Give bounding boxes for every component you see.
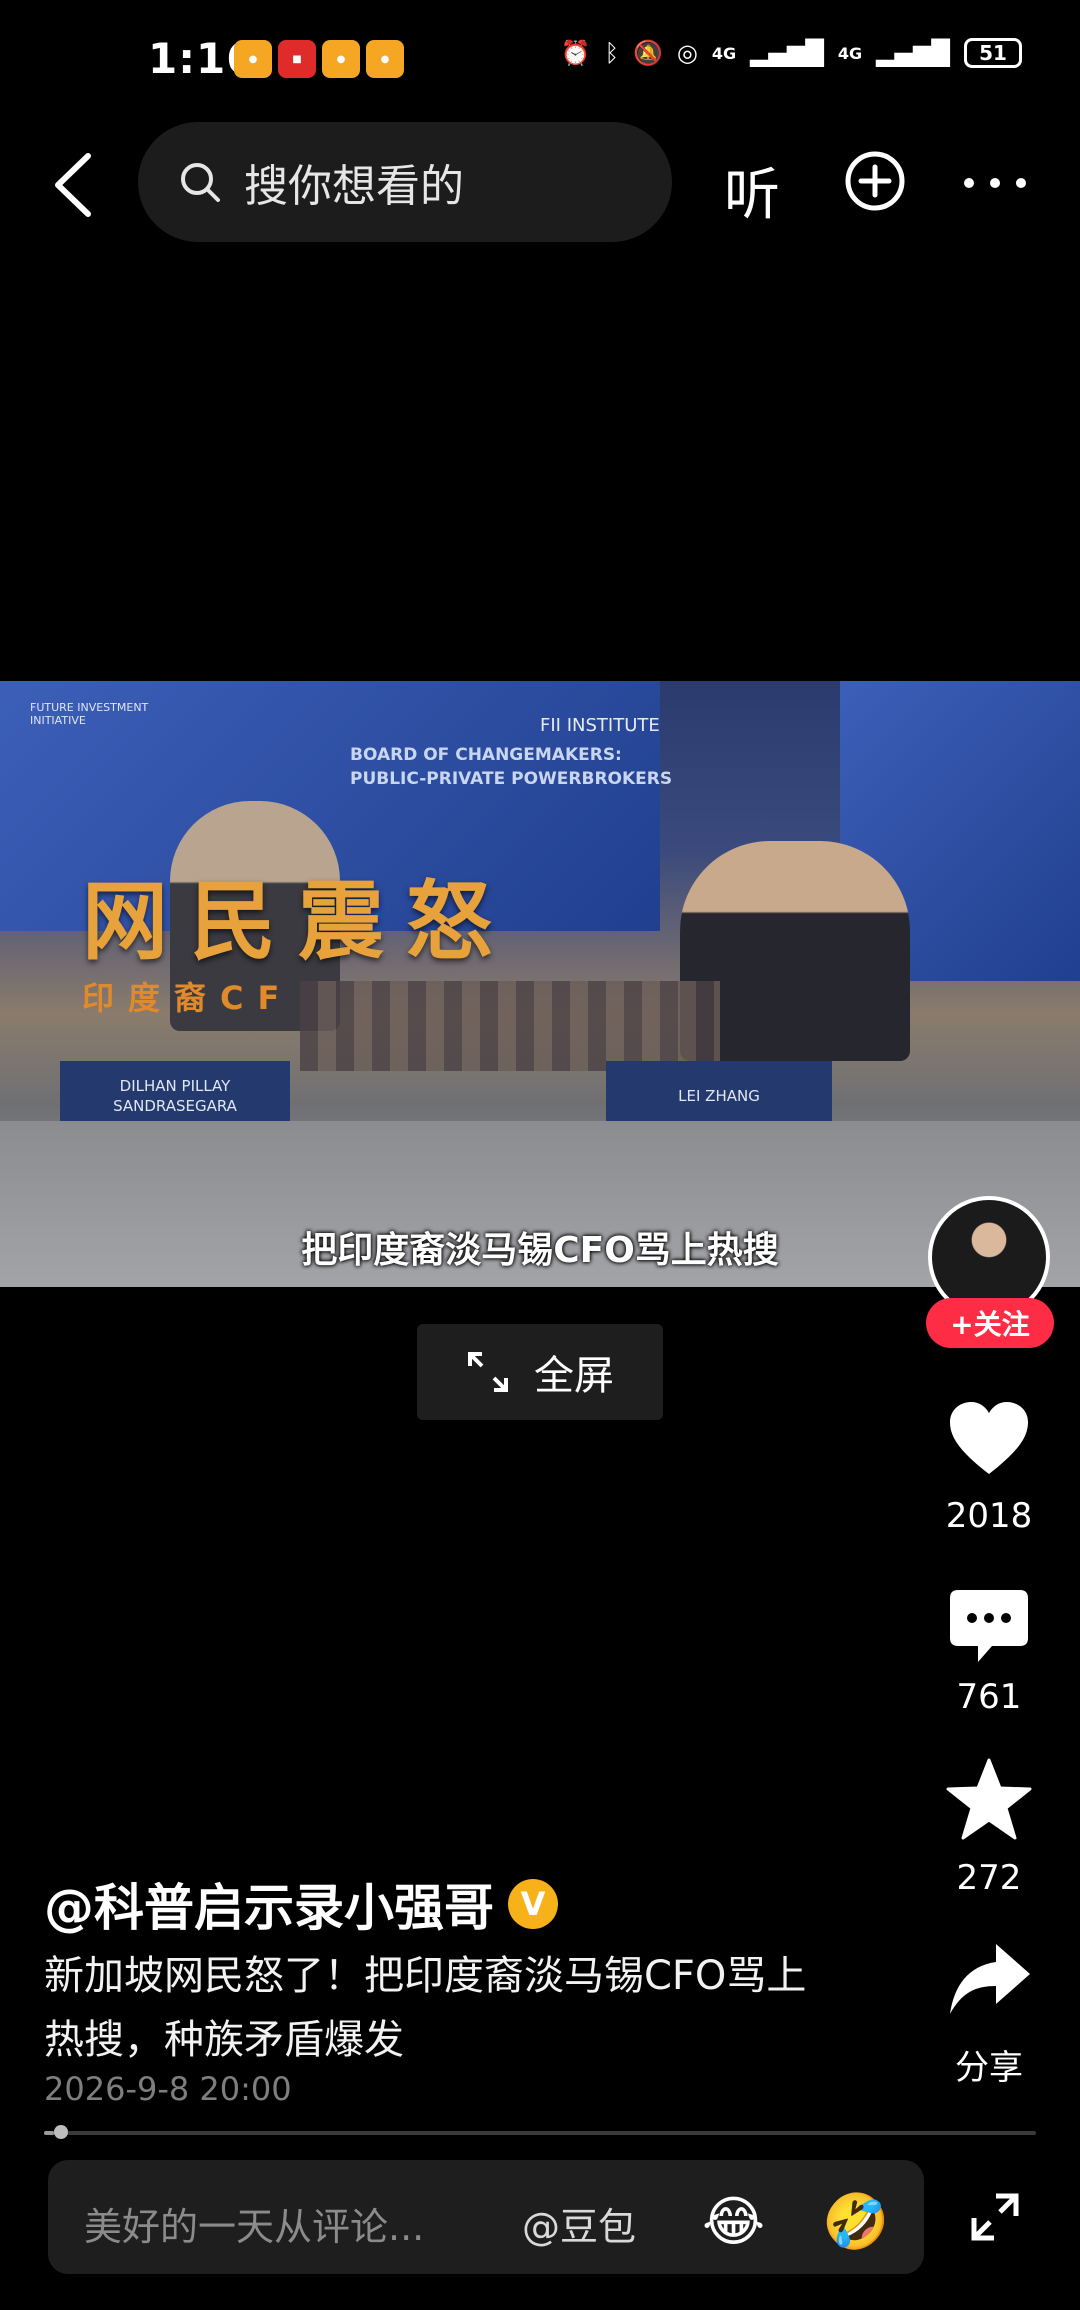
weibo-notification-icon-3: ● xyxy=(366,40,404,78)
video-description[interactable]: 新加坡网民怒了！把印度裔淡马锡CFO骂上热搜，种族矛盾爆发 xyxy=(44,1944,844,2072)
comment-count: 761 xyxy=(956,1677,1022,1717)
video-overlay-subtitle: 印度裔CF xyxy=(82,979,294,1017)
like-heart-icon[interactable] xyxy=(948,1400,1030,1476)
weibo-notification-icon: ● xyxy=(234,40,272,78)
institute-text: FII INSTITUTE xyxy=(540,715,660,736)
share-label: 分享 xyxy=(955,2048,1023,2088)
search-input[interactable]: 搜你想看的 xyxy=(138,122,672,242)
fullscreen-icon xyxy=(468,1352,508,1392)
fii-logo: FUTURE INVESTMENT INITIATIVE xyxy=(30,701,149,727)
hotspot-icon: ◎ xyxy=(676,39,698,67)
post-time: 2026-9-8 20:00 xyxy=(44,2070,292,2108)
huawei-notification-icon: ■ xyxy=(278,40,316,78)
status-icons: ⏰ ᛒ 🔕 ◎ 4G ▂▄▆█ 4G ▂▄▆█ 51 xyxy=(561,38,1022,68)
weibo-notification-icon-2: ● xyxy=(322,40,360,78)
share-arrow-icon[interactable] xyxy=(948,1942,1032,2016)
verified-badge-icon: V xyxy=(508,1879,558,1929)
network-label-1: 4G xyxy=(711,43,737,63)
banner-text-2: PUBLIC-PRIVATE POWERBROKERS xyxy=(350,769,673,789)
progress-handle[interactable] xyxy=(53,2125,68,2139)
video-player[interactable]: FUTURE INVESTMENT INITIATIVE FII INSTITU… xyxy=(0,681,1080,1287)
favorite-star-icon[interactable] xyxy=(946,1758,1032,1840)
expand-icon[interactable] xyxy=(970,2192,1020,2242)
audience xyxy=(300,981,720,1071)
more-icon[interactable] xyxy=(964,178,1026,188)
search-icon xyxy=(181,163,220,202)
author-name-row[interactable]: @科普启示录小强哥 V xyxy=(44,1868,558,1940)
back-arrow-icon[interactable] xyxy=(48,150,98,220)
fullscreen-label: 全屏 xyxy=(534,1353,614,1399)
video-overlay-title: 网民震怒 xyxy=(82,872,514,972)
fullscreen-button[interactable]: 全屏 xyxy=(417,1324,663,1420)
progress-track[interactable] xyxy=(44,2131,1036,2135)
comment-placeholder[interactable]: 美好的一天从评论... xyxy=(84,2196,424,2251)
battery-icon: 51 xyxy=(964,38,1022,68)
banner-text-1: BOARD OF CHANGEMAKERS: xyxy=(350,745,622,765)
comment-icon[interactable] xyxy=(948,1588,1030,1664)
rofl-emoji-icon[interactable]: 🤣 xyxy=(822,2190,889,2254)
signal-icon-1: ▂▄▆█ xyxy=(750,39,824,67)
signal-icon-2: ▂▄▆█ xyxy=(876,39,950,67)
network-label-2: 4G xyxy=(837,43,863,63)
mention-doubao-button[interactable]: @豆包 xyxy=(522,2196,636,2251)
alarm-icon: ⏰ xyxy=(560,39,591,67)
listen-button[interactable]: 听 xyxy=(724,150,780,231)
laugh-cry-emoji-icon[interactable]: 😂 xyxy=(702,2190,765,2253)
add-icon[interactable] xyxy=(844,150,906,212)
mute-icon: 🔕 xyxy=(632,39,663,67)
bluetooth-icon: ᛒ xyxy=(604,39,619,67)
video-subtitle: 把印度裔淡马锡CFO骂上热搜 xyxy=(301,1230,779,1271)
like-count: 2018 xyxy=(945,1496,1033,1536)
follow-button[interactable]: +关注 xyxy=(926,1298,1054,1348)
author-name[interactable]: @科普启示录小强哥 xyxy=(44,1868,494,1940)
progress-fill xyxy=(44,2131,54,2135)
search-placeholder: 搜你想看的 xyxy=(244,161,464,212)
favorite-count: 272 xyxy=(956,1858,1022,1898)
